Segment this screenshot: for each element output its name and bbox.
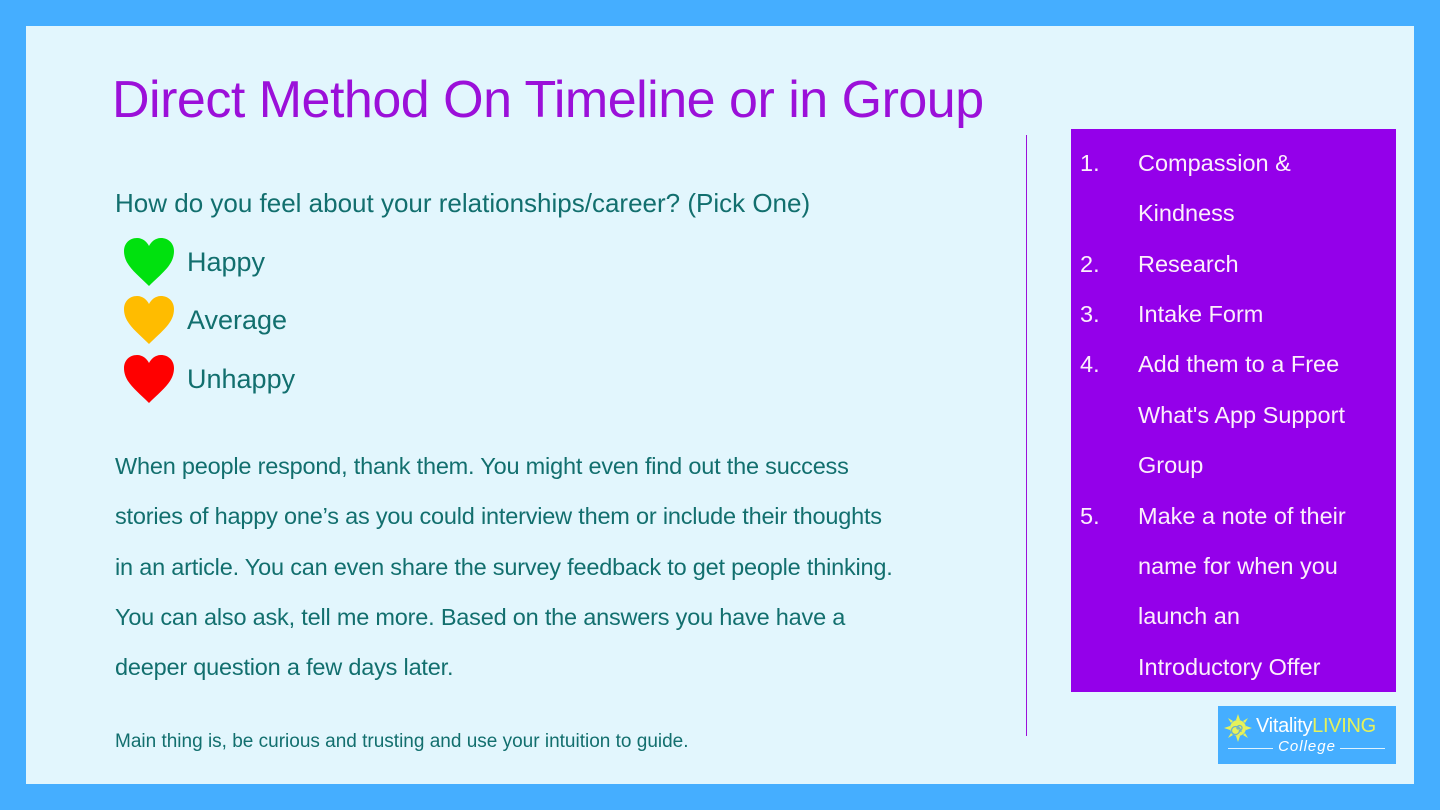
heart-icon [124, 355, 174, 403]
step-text: Compassion & [1138, 150, 1291, 176]
slide-title: Direct Method On Timeline or in Group [112, 71, 984, 129]
body-paragraph: When people respond, thank them. You mig… [115, 441, 1005, 692]
heart-icon [124, 296, 174, 344]
paragraph-line: stories of happy one’s as you could inte… [115, 503, 882, 530]
option-happy: Happy [122, 237, 265, 287]
option-label: Unhappy [187, 363, 296, 394]
heart-unhappy-shape [124, 355, 174, 403]
step-number: 3. [1080, 301, 1100, 327]
vitality-living-college-logo: VitalityLIVING College [1218, 706, 1396, 764]
paragraph-line: You can also ask, tell me more. Based on… [115, 603, 846, 630]
step-number: 4. [1080, 351, 1100, 377]
paragraph-line: deeper question a few days later. [115, 654, 454, 681]
heart-happy-shape [124, 238, 174, 286]
paragraph-line: in an article. You can even share the su… [115, 553, 893, 580]
heart-average-shape [124, 296, 174, 344]
vertical-divider [1026, 135, 1027, 736]
step-text: Intake Form [1138, 301, 1264, 327]
step-text: Add them to a Free [1138, 351, 1340, 377]
logo-subtitle: College [1278, 738, 1336, 755]
option-unhappy: Unhappy [122, 354, 295, 404]
logo-brand-white: Vitality [1256, 715, 1313, 737]
step-text: Make a note of their [1138, 503, 1346, 529]
step-text: Kindness [1138, 200, 1235, 226]
option-label: Happy [187, 246, 266, 277]
logo-brand-text: VitalityLIVING [1256, 715, 1376, 738]
paragraph-line: When people respond, thank them. You mig… [115, 453, 849, 479]
step-text: name for when you [1138, 553, 1338, 579]
step-text: Introductory Offer [1138, 654, 1321, 680]
step-text: launch an [1138, 603, 1240, 629]
option-label: Average [187, 304, 288, 335]
step-text: What's App Support [1138, 402, 1345, 428]
step-number: 5. [1080, 503, 1100, 529]
logo-brand-yellow: LIVING [1312, 715, 1376, 737]
step-text: Research [1138, 251, 1239, 277]
step-number: 2. [1080, 251, 1100, 277]
step-text: Group [1138, 452, 1204, 478]
option-average: Average [122, 295, 287, 345]
footer-note: Main thing is, be curious and trusting a… [115, 731, 689, 752]
survey-question: How do you feel about your relationships… [115, 188, 811, 218]
step-number: 1. [1080, 150, 1100, 176]
logo-line-right [1340, 748, 1385, 749]
steps-panel: 1. Compassion & Kindness 2. Research 3. … [1071, 129, 1396, 692]
heart-icon [124, 238, 174, 286]
